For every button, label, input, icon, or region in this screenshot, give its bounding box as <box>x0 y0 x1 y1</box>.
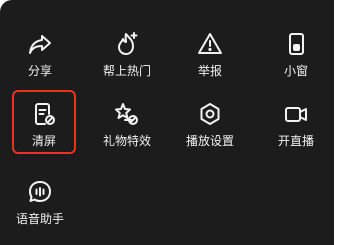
mini-window-icon <box>282 30 310 58</box>
play-settings-button[interactable]: 播放设置 <box>178 90 242 154</box>
clear-screen-label: 清屏 <box>31 134 56 148</box>
action-menu-panel: 分享 帮上热门 举报 小窗 清屏 礼物特效 播放设置 开直播 语音助手 <box>0 0 334 245</box>
play-settings-icon <box>196 100 224 128</box>
go-live-label: 开直播 <box>277 134 314 148</box>
report-button[interactable]: 举报 <box>178 20 242 84</box>
go-live-icon <box>282 100 310 128</box>
hot-flame-icon <box>113 30 141 58</box>
mini-window-label: 小窗 <box>283 64 308 78</box>
clear-screen-button[interactable]: 清屏 <box>12 90 76 154</box>
play-settings-label: 播放设置 <box>185 134 234 148</box>
voice-assistant-label: 语音助手 <box>15 212 64 226</box>
voice-assistant-icon <box>26 178 54 206</box>
warning-icon <box>196 30 224 58</box>
share-icon <box>26 30 54 58</box>
gift-effect-button[interactable]: 礼物特效 <box>95 90 159 154</box>
gift-effect-icon <box>113 100 141 128</box>
boost-hot-label: 帮上热门 <box>102 64 151 78</box>
report-label: 举报 <box>197 64 222 78</box>
go-live-button[interactable]: 开直播 <box>264 90 328 154</box>
boost-hot-button[interactable]: 帮上热门 <box>95 20 159 84</box>
gift-effect-label: 礼物特效 <box>102 134 151 148</box>
share-button[interactable]: 分享 <box>8 20 72 84</box>
voice-assistant-button[interactable]: 语音助手 <box>8 168 72 232</box>
share-label: 分享 <box>27 64 52 78</box>
clear-screen-icon <box>30 100 58 128</box>
mini-window-button[interactable]: 小窗 <box>264 20 328 84</box>
